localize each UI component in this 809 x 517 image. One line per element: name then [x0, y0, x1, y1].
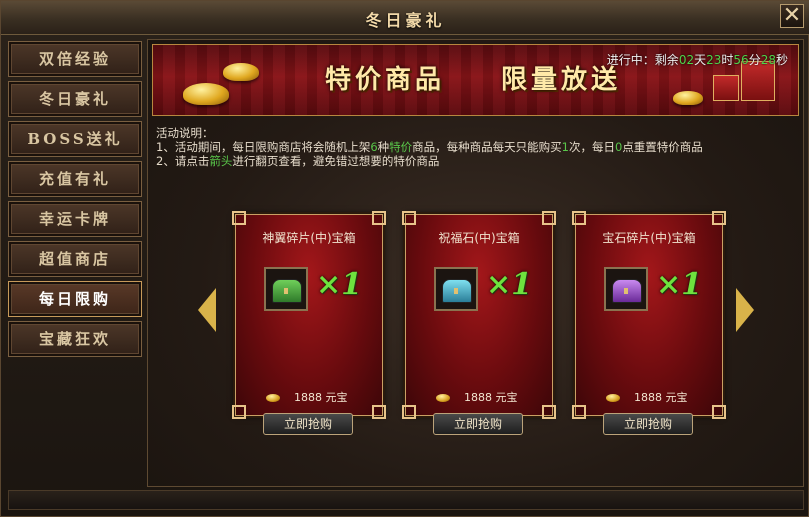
treasure-chest-icon — [442, 279, 472, 303]
card-corner — [372, 405, 386, 419]
gold-ingot-icon — [436, 394, 450, 402]
card-corner — [542, 211, 556, 225]
window-title: 冬日豪礼 — [365, 11, 446, 30]
description-line-1: 1、活动期间，每日限购商店将会随机上架6种特价商品，每种商品每天只能购买1次，每… — [156, 140, 796, 154]
gold-ingot-icon — [223, 63, 259, 81]
treasure-chest-icon — [612, 279, 642, 303]
price-currency: 元宝 — [325, 391, 348, 404]
desc-text: 种 — [377, 140, 390, 154]
item-slot[interactable] — [264, 267, 308, 311]
desc-text: 商品，每种商品每天只能购买 — [412, 140, 562, 154]
sidebar-item-recharge-gift[interactable]: 充值有礼 — [8, 161, 142, 197]
gold-ingot-icon — [266, 394, 280, 402]
countdown-seconds: 28 — [760, 53, 776, 67]
main-panel: 特价商品 限量放送 进行中：剩余02天23时56分28秒 活动说明： 1、活动期… — [147, 39, 804, 487]
price-value: 1888 — [464, 391, 492, 404]
treasure-chest-icon — [272, 279, 302, 303]
item-slot[interactable] — [604, 267, 648, 311]
product-price: 1888 元宝 — [266, 389, 348, 405]
sidebar: 双倍经验 冬日豪礼 BOSS送礼 充值有礼 幸运卡牌 超值商店 每日限购 宝藏狂… — [8, 39, 142, 487]
price-currency: 元宝 — [665, 391, 688, 404]
gold-ingot-icon — [606, 394, 620, 402]
card-corner — [712, 405, 726, 419]
sidebar-item-treasure-carnival[interactable]: 宝藏狂欢 — [8, 321, 142, 357]
description-heading: 活动说明： — [156, 126, 214, 140]
countdown-minutes: 56 — [733, 53, 749, 67]
card-corner — [542, 405, 556, 419]
product-card: 神翼碎片(中)宝箱 ×1 1888 元宝 立即抢购 — [232, 211, 386, 435]
price-value: 1888 — [634, 391, 662, 404]
sidebar-item-value-shop[interactable]: 超值商店 — [8, 241, 142, 277]
product-quantity: ×1 — [656, 267, 703, 302]
product-name: 神翼碎片(中)宝箱 — [262, 231, 356, 245]
banner-subtitle: 限量放送 — [501, 65, 622, 95]
gold-coin-icon — [673, 91, 703, 105]
card-corner — [402, 211, 416, 225]
buy-now-button[interactable]: 立即抢购 — [263, 413, 353, 435]
countdown-timer: 进行中：剩余02天23时56分28秒 — [607, 51, 788, 68]
product-name: 祝福石(中)宝箱 — [438, 231, 520, 245]
card-corner — [372, 211, 386, 225]
footer-bar — [8, 490, 804, 510]
sidebar-item-lucky-cards[interactable]: 幸运卡牌 — [8, 201, 142, 237]
countdown-prefix: 进行中：剩余 — [606, 53, 679, 67]
product-quantity: ×1 — [316, 267, 363, 302]
buy-now-button[interactable]: 立即抢购 — [433, 413, 523, 435]
desc-text: 点重置特价商品 — [622, 140, 703, 154]
sidebar-item-double-exp[interactable]: 双倍经验 — [8, 41, 142, 77]
desc-text: 1、活动期间，每日限购商店将会随机上架 — [156, 140, 371, 154]
promo-banner: 特价商品 限量放送 进行中：剩余02天23时56分28秒 — [152, 44, 799, 116]
arrow-left-icon[interactable] — [198, 288, 216, 332]
desc-text: 2、请点击 — [156, 154, 210, 168]
desc-text: 进行翻页查看，避免错过想要的特价商品 — [232, 154, 440, 168]
card-corner — [232, 211, 246, 225]
price-value: 1888 — [294, 391, 322, 404]
desc-highlight: 特价 — [389, 140, 413, 154]
desc-text: 次，每日 — [568, 140, 615, 154]
card-corner — [572, 405, 586, 419]
product-price: 1888 元宝 — [436, 389, 518, 405]
product-name: 宝石碎片(中)宝箱 — [602, 231, 696, 245]
banner-title: 特价商品 — [325, 65, 446, 95]
product-card: 祝福石(中)宝箱 ×1 1888 元宝 立即抢购 — [402, 211, 556, 435]
price-currency: 元宝 — [495, 391, 518, 404]
countdown-seconds-unit: 秒 — [775, 53, 788, 67]
card-corner — [232, 405, 246, 419]
card-corner — [712, 211, 726, 225]
desc-highlight: 箭头 — [209, 154, 233, 168]
gift-box-icon — [713, 75, 739, 101]
event-window: 冬日豪礼 ✕ 双倍经验 冬日豪礼 BOSS送礼 充值有礼 幸运卡牌 超值商店 每… — [0, 0, 809, 517]
sidebar-item-daily-limited[interactable]: 每日限购 — [8, 281, 142, 317]
title-bar: 冬日豪礼 ✕ — [1, 1, 809, 35]
arrow-right-icon[interactable] — [736, 288, 754, 332]
product-price: 1888 元宝 — [606, 389, 688, 405]
close-icon[interactable]: ✕ — [780, 4, 804, 28]
buy-now-button[interactable]: 立即抢购 — [603, 413, 693, 435]
gold-ingot-icon — [183, 83, 229, 105]
countdown-hours: 23 — [706, 53, 722, 67]
desc-count: 6 — [370, 140, 378, 154]
desc-times: 1 — [561, 140, 569, 154]
sidebar-item-winter-gift[interactable]: 冬日豪礼 — [8, 81, 142, 117]
item-slot[interactable] — [434, 267, 478, 311]
product-quantity: ×1 — [486, 267, 533, 302]
countdown-days: 02 — [678, 53, 695, 67]
card-corner — [402, 405, 416, 419]
sidebar-item-boss-gift[interactable]: BOSS送礼 — [8, 121, 142, 157]
product-card: 宝石碎片(中)宝箱 ×1 1888 元宝 立即抢购 — [572, 211, 726, 435]
event-description: 活动说明： 1、活动期间，每日限购商店将会随机上架6种特价商品，每种商品每天只能… — [156, 126, 796, 168]
countdown-minutes-unit: 分 — [748, 53, 761, 67]
countdown-hours-unit: 时 — [721, 53, 734, 67]
countdown-days-unit: 天 — [694, 53, 707, 67]
description-line-2: 2、请点击箭头进行翻页查看，避免错过想要的特价商品 — [156, 154, 796, 168]
card-corner — [572, 211, 586, 225]
